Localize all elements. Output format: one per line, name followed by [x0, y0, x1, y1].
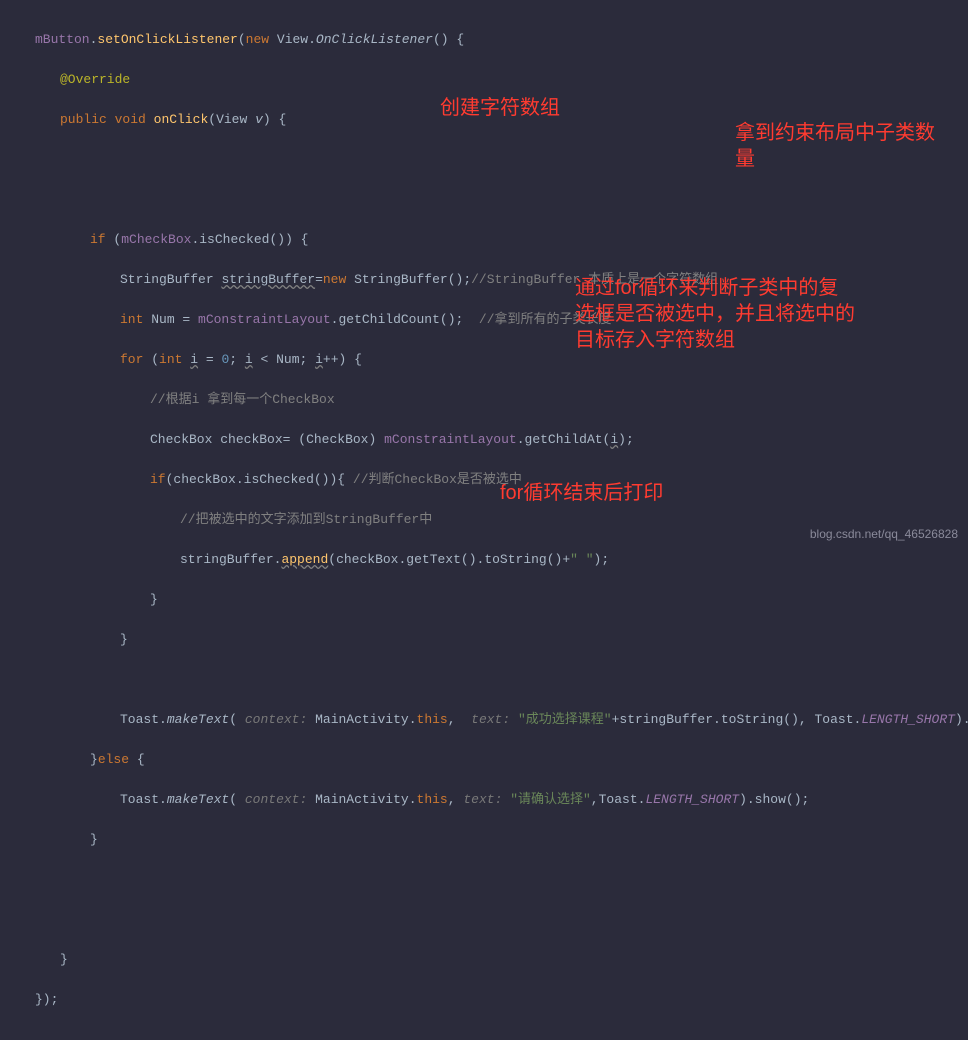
watermark: blog.csdn.net/qq_46526828	[810, 524, 958, 544]
code-text: }	[120, 632, 128, 647]
code-text: Toast.makeText( context: MainActivity.th…	[120, 712, 968, 727]
code-text: //把被选中的文字添加到StringBuffer中	[180, 512, 432, 527]
code-text: StringBuffer stringBuffer=new StringBuff…	[120, 272, 718, 287]
code-text: CheckBox checkBox= (CheckBox) mConstrain…	[150, 432, 634, 447]
code-text: for (int i = 0; i < Num; i++) {	[120, 352, 362, 367]
code-text: public void onClick(View v) {	[60, 112, 286, 127]
code-text: }	[60, 952, 68, 967]
code-text: int Num = mConstraintLayout.getChildCoun…	[120, 312, 612, 327]
code-text: Toast.makeText( context: MainActivity.th…	[120, 792, 809, 807]
code-text: stringBuffer.append(checkBox.getText().t…	[180, 552, 609, 567]
code-text: }	[90, 832, 98, 847]
code-text: });	[35, 992, 58, 1007]
code-text: }else {	[90, 752, 145, 767]
code-text: if (mCheckBox.isChecked()) {	[90, 232, 308, 247]
code-editor[interactable]: mButton.setOnClickListener(new View.OnCl…	[0, 0, 968, 1040]
code-text: //根据i 拿到每一个CheckBox	[150, 392, 335, 407]
code-text: }	[150, 592, 158, 607]
code-text: mButton.setOnClickListener(new View.OnCl…	[35, 32, 464, 47]
code-text: @Override	[60, 72, 130, 87]
code-text: if(checkBox.isChecked()){ //判断CheckBox是否…	[150, 472, 522, 487]
